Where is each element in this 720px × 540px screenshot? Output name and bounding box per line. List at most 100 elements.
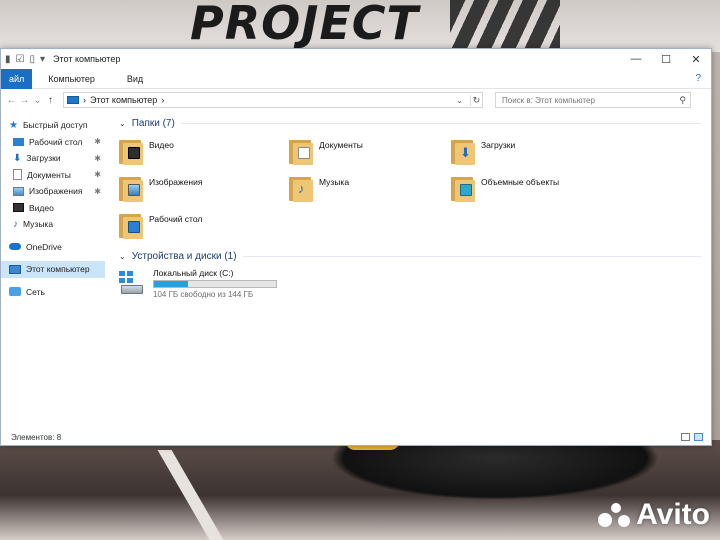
game-logo: PROJECT [190, 0, 419, 50]
new-folder-icon[interactable]: ▯ [29, 54, 35, 65]
chevron-down-icon[interactable]: ⌄ [119, 119, 126, 128]
help-icon[interactable]: ? [695, 73, 701, 84]
avito-watermark: Avito [598, 498, 710, 532]
tiles-view-icon[interactable] [694, 433, 703, 441]
breadcrumb-chevron-icon[interactable]: › [83, 95, 86, 105]
search-icon[interactable]: ⚲ [679, 95, 686, 106]
sidebar-item-label: Этот компьютер [26, 264, 90, 275]
folder-label: Изображения [149, 177, 203, 187]
video-icon [13, 203, 24, 213]
group-header-folders[interactable]: ⌄ Папки (7) [119, 115, 711, 131]
pin-icon: ✱ [94, 186, 101, 196]
computer-icon [9, 264, 21, 274]
customize-dropdown-icon[interactable]: ▾ [40, 54, 45, 65]
back-button[interactable]: ← [5, 95, 18, 106]
drive-free-space: 104 ГБ свободно из 144 ГБ [153, 290, 254, 299]
search-input[interactable]: Поиск в: Этот компьютер ⚲ [495, 92, 691, 108]
image-icon [13, 186, 24, 196]
sidebar-item-this-pc[interactable]: Этот компьютер [1, 261, 105, 278]
tab-file[interactable]: айл [1, 68, 33, 89]
sidebar-item-label: Документы [27, 169, 71, 180]
3d-objects-folder-icon [451, 174, 475, 202]
video-folder-icon [119, 137, 143, 165]
computer-icon [67, 96, 79, 104]
items-count: Элементов: 8 [11, 432, 62, 442]
folder-3d-objects[interactable]: Объемные объекты [451, 174, 651, 207]
folder-label: Музыка [319, 177, 350, 187]
drive-usage-fill [154, 281, 189, 287]
forward-button[interactable]: → [18, 95, 31, 106]
quick-access-toolbar: ▮ ☑ ▯ ▾ [1, 54, 45, 65]
sidebar-item-music[interactable]: ♪ Музыка [1, 216, 105, 233]
sidebar-item-downloads[interactable]: ⬇ Загрузки ✱ [1, 150, 105, 167]
drive-label: Локальный диск (C:) [153, 268, 234, 278]
sidebar-item-label: OneDrive [26, 241, 62, 252]
address-dropdown-icon[interactable]: ⌄ [453, 96, 466, 105]
search-placeholder: Поиск в: Этот компьютер [502, 95, 595, 105]
window-title: Этот компьютер [53, 54, 121, 64]
sidebar-item-label: Сеть [26, 286, 45, 297]
sidebar-item-onedrive[interactable]: OneDrive [1, 239, 105, 256]
pin-icon: ✱ [94, 170, 101, 180]
items-view: ⌄ Папки (7) Видео Документы ⬇ Загрузки И… [105, 111, 711, 423]
address-bar[interactable]: › Этот компьютер › ⌄ ↻ [63, 92, 483, 108]
sidebar-item-label: Загрузки [26, 153, 61, 164]
group-header-devices[interactable]: ⌄ Устройства и диски (1) [119, 248, 711, 264]
sidebar-item-label: Видео [29, 202, 54, 213]
group-title: Папки (7) [131, 117, 175, 129]
minimize-button[interactable]: — [621, 53, 651, 66]
folder-small-icon: ▮ [5, 53, 11, 65]
sidebar-item-video[interactable]: Видео [1, 200, 105, 217]
document-icon [13, 169, 22, 181]
star-icon: ★ [9, 119, 18, 131]
breadcrumb-chevron-icon[interactable]: › [161, 95, 164, 105]
download-icon: ⬇ [13, 152, 22, 164]
pin-icon: ✱ [94, 153, 101, 163]
folder-video[interactable]: Видео [119, 137, 289, 170]
sidebar-item-label: Музыка [23, 219, 54, 230]
tab-view[interactable]: Вид [111, 74, 159, 84]
ribbon-tabs: айл Компьютер Вид ? [1, 68, 711, 89]
up-button[interactable]: ↑ [44, 95, 57, 106]
folder-music[interactable]: Музыка [289, 174, 451, 207]
address-row: ← → ⌄ ↑ › Этот компьютер › ⌄ ↻ Поиск в: … [1, 89, 711, 111]
sidebar-item-quick-access[interactable]: ★ Быстрый доступ [1, 117, 105, 134]
chevron-down-icon[interactable]: ⌄ [119, 252, 126, 261]
breadcrumb[interactable]: Этот компьютер [90, 95, 157, 105]
logo-stripes [450, 0, 560, 52]
folder-label: Загрузки [481, 140, 516, 150]
window-controls: — ☐ ✕ [621, 53, 711, 66]
wallpaper-top: PROJECT [0, 0, 720, 52]
folder-pictures[interactable]: Изображения [119, 174, 289, 207]
network-icon [9, 287, 21, 297]
music-folder-icon [289, 174, 313, 202]
close-button[interactable]: ✕ [681, 53, 711, 66]
folder-documents[interactable]: Документы [289, 137, 451, 170]
details-view-icon[interactable] [681, 433, 690, 441]
cloud-icon [9, 243, 21, 251]
sidebar-item-label: Рабочий стол [29, 136, 83, 147]
tab-computer[interactable]: Компьютер [32, 74, 111, 84]
drive-c[interactable]: Локальный диск (C:) 104 ГБ свободно из 1… [119, 268, 711, 302]
refresh-icon[interactable]: ↻ [470, 94, 482, 106]
avito-text: Avito [636, 498, 710, 531]
sidebar-item-pictures[interactable]: Изображения ✱ [1, 183, 105, 200]
sidebar-item-network[interactable]: Сеть [1, 284, 105, 301]
content-area: ★ Быстрый доступ Рабочий стол ✱ ⬇ Загруз… [1, 111, 711, 423]
maximize-button[interactable]: ☐ [651, 53, 681, 66]
properties-icon[interactable]: ☑ [16, 54, 25, 65]
recent-dropdown-icon[interactable]: ⌄ [31, 95, 44, 106]
pictures-folder-icon [119, 174, 143, 202]
pin-icon: ✱ [94, 137, 101, 147]
title-bar: ▮ ☑ ▯ ▾ Этот компьютер — ☐ ✕ [1, 49, 711, 69]
sidebar-item-documents[interactable]: Документы ✱ [1, 167, 105, 184]
navigation-pane: ★ Быстрый доступ Рабочий стол ✱ ⬇ Загруз… [1, 111, 105, 423]
group-title: Устройства и диски (1) [131, 250, 237, 262]
folder-desktop[interactable]: Рабочий стол [119, 211, 289, 244]
group-divider [180, 122, 701, 124]
folder-downloads[interactable]: Загрузки [451, 137, 651, 170]
folder-label: Видео [149, 140, 174, 150]
sidebar-item-desktop[interactable]: Рабочий стол ✱ [1, 134, 105, 151]
group-divider [242, 255, 701, 257]
drive-usage-bar [153, 280, 277, 288]
